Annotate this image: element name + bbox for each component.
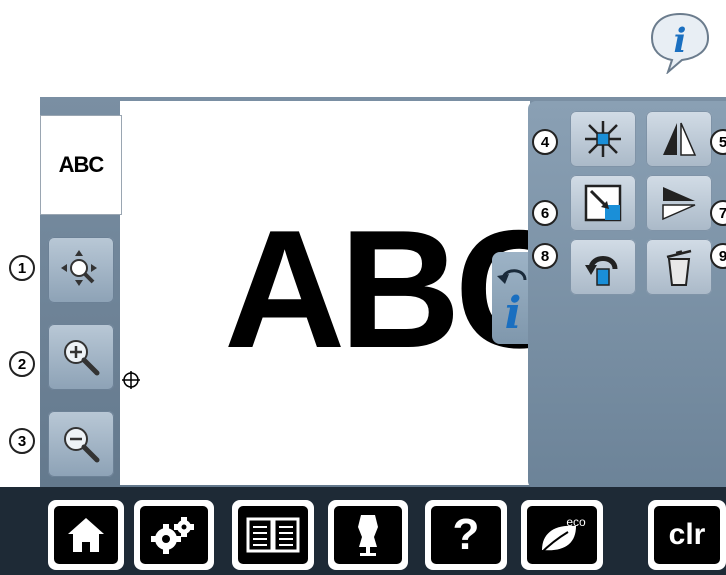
tutorial-button[interactable] (232, 500, 314, 570)
settings-button[interactable] (134, 500, 214, 570)
zoom-in-button[interactable] (48, 324, 114, 390)
resize-button[interactable] (570, 175, 636, 231)
info-return-icon: i (497, 269, 527, 338)
callout-1: 1 (9, 255, 35, 281)
svg-text:i: i (674, 21, 687, 61)
mirror-vertical-icon (663, 122, 697, 156)
rotate-button[interactable] (570, 239, 636, 295)
resize-icon (584, 184, 622, 222)
mirror-horizontal-icon (662, 187, 696, 221)
mirror-horizontal-button[interactable] (646, 175, 712, 231)
callout-3: 3 (9, 428, 35, 454)
callout-2: 2 (9, 351, 35, 377)
delete-icon (666, 249, 692, 286)
info-speech-bubble-icon: i (650, 12, 710, 74)
rotate-icon (585, 256, 618, 286)
callout-8: 8 (532, 243, 558, 269)
center-button[interactable] (570, 111, 636, 167)
mirror-vertical-button[interactable] (646, 111, 712, 167)
zoom-in-icon (64, 340, 100, 376)
callout-4: 4 (532, 129, 558, 155)
clear-button[interactable]: clr (648, 500, 726, 570)
book-icon (246, 517, 300, 553)
home-icon (68, 518, 104, 552)
clear-label: clr (668, 518, 706, 551)
move-magnifier-icon (61, 250, 97, 286)
eco-label: eco (566, 515, 586, 529)
callout-6: 6 (532, 200, 558, 226)
embroidery-canvas[interactable]: ABC (120, 101, 576, 485)
edit-panel (528, 101, 726, 489)
svg-text:i: i (505, 288, 522, 338)
center-icon (585, 121, 621, 157)
design-thumbnail[interactable]: ABC (40, 115, 122, 215)
eco-button[interactable]: eco (521, 500, 603, 570)
sewing-consultant-button[interactable] (328, 500, 408, 570)
gears-icon (151, 517, 194, 554)
crosshair-icon (122, 371, 140, 389)
help-label: ? (452, 510, 480, 559)
home-button[interactable] (48, 500, 124, 570)
help-button[interactable]: ? (425, 500, 507, 570)
delete-button[interactable] (646, 239, 712, 295)
dress-form-icon (358, 515, 378, 556)
zoom-out-button[interactable] (48, 411, 114, 477)
zoom-out-icon (64, 427, 100, 463)
thumbnail-text: ABC (58, 152, 105, 177)
eco-leaf-icon: eco (539, 515, 586, 555)
move-view-button[interactable] (48, 237, 114, 303)
